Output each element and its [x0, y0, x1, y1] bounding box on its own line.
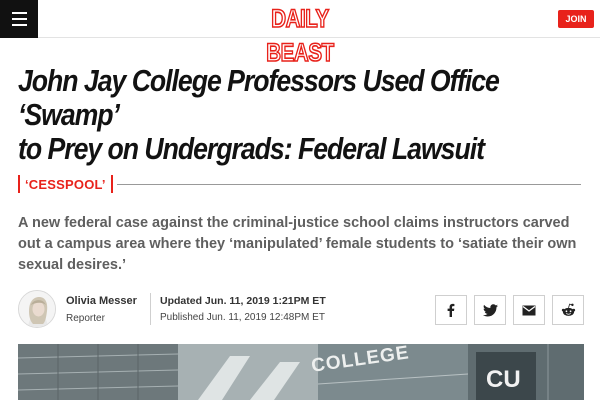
- menu-line: [11, 18, 27, 20]
- byline-divider: [150, 293, 151, 325]
- email-icon: [522, 305, 536, 315]
- share-reddit-button[interactable]: [552, 295, 584, 325]
- share-twitter-button[interactable]: [474, 295, 506, 325]
- published-timestamp: Published Jun. 11, 2019 12:48PM ET: [160, 312, 325, 323]
- rubric-divider: [117, 184, 581, 185]
- site-header: DAILY BEAST JOIN: [0, 0, 600, 68]
- author-avatar[interactable]: [18, 290, 56, 328]
- site-logo[interactable]: DAILY BEAST: [249, 2, 351, 68]
- article-rubric: ‘CESSPOOL’: [18, 175, 113, 193]
- article-headline: John Jay College Professors Used Office …: [18, 64, 586, 166]
- headline-line-1: John Jay College Professors Used Office …: [18, 63, 500, 132]
- twitter-icon: [482, 303, 498, 316]
- menu-line: [11, 24, 27, 26]
- rubric-label: ‘CESSPOOL’: [25, 176, 106, 192]
- hamburger-menu-icon[interactable]: [0, 0, 38, 38]
- headline-line-2: to Prey on Undergrads: Federal Lawsuit: [18, 131, 485, 166]
- building-sign-cu: CU: [486, 366, 521, 393]
- share-email-button[interactable]: [513, 295, 545, 325]
- facebook-icon: [447, 303, 455, 317]
- reddit-icon: [561, 303, 575, 316]
- share-facebook-button[interactable]: [435, 295, 467, 325]
- menu-line: [11, 12, 27, 14]
- join-button[interactable]: JOIN: [558, 10, 594, 28]
- author-role: Reporter: [66, 313, 105, 324]
- hero-image: COLLEGE CU: [18, 344, 584, 400]
- rubric-bar-right: [110, 175, 113, 193]
- author-name-link[interactable]: Olivia Messer: [66, 295, 137, 307]
- article-dek: A new federal case against the criminal-…: [18, 215, 577, 273]
- updated-timestamp: Updated Jun. 11, 2019 1:21PM ET: [160, 295, 326, 307]
